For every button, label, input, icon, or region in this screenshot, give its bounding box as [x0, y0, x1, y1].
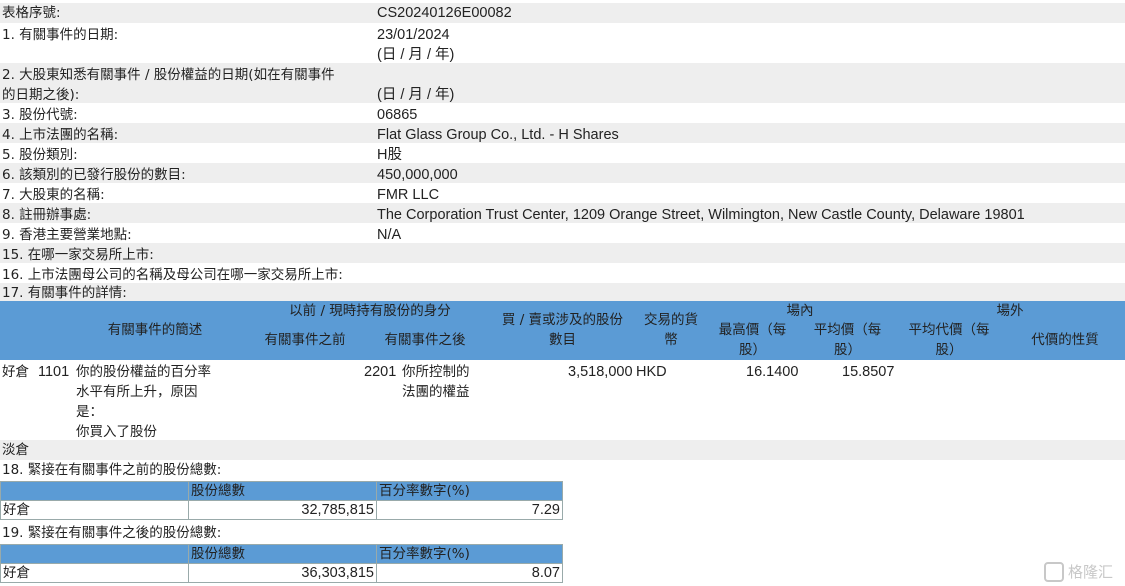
field-label: 6. 該類別的已發行股份的數目: [2, 167, 186, 183]
row-label: 好倉 [0, 563, 189, 583]
row-shares: 3,518,000 [568, 364, 633, 380]
row-high-price: 16.1400 [746, 364, 799, 380]
field-label: 16. 上市法團母公司的名稱及母公司在哪一家交易所上市: [2, 267, 343, 283]
section-19-title: 19. 緊接在有關事件之後的股份總數: [0, 523, 1125, 543]
field-registered-office: 8. 註冊辦事處: The Corporation Trust Center, … [0, 203, 1125, 223]
col-percentage: 百分率數字(%) [376, 481, 563, 501]
col-total-shares: 股份總數 [188, 544, 377, 564]
field-issued-shares: 6. 該類別的已發行股份的數目: 450,000,000 [0, 163, 1125, 183]
field-value: 23/01/2024 (日 / 月 / 年) [377, 27, 455, 63]
blank-cell [0, 544, 189, 564]
field-event-date: 1. 有關事件的日期: 23/01/2024 (日 / 月 / 年) [0, 23, 1125, 63]
gelonghui-logo-icon [1043, 562, 1064, 582]
field-label: 8. 註冊辦事處: [2, 207, 92, 223]
field-issuer-name: 4. 上市法團的名稱: Flat Glass Group Co., Ltd. -… [0, 123, 1125, 143]
blank-cell [0, 481, 189, 501]
field-label: 1. 有關事件的日期: [2, 27, 119, 43]
header-off-avg: 平均代價（每 股） [908, 322, 990, 358]
row-currency: HKD [636, 364, 667, 380]
section-19-table: 股份總數 百分率數字(%) 好倉 36,303,815 8.07 [0, 544, 563, 583]
row-after-code: 2201 [364, 364, 397, 380]
header-capacity: 以前 / 現時持有股份的身分 [289, 303, 451, 319]
field-shareholder-name: 7. 大股東的名稱: FMR LLC [0, 183, 1125, 203]
field-hk-office: 9. 香港主要營業地點: N/A [0, 223, 1125, 243]
row-avg-price: 15.8507 [842, 364, 895, 380]
section-19-label: 19. 緊接在有關事件之後的股份總數: [2, 525, 222, 541]
section-18-label: 18. 緊接在有關事件之前的股份總數: [2, 462, 222, 478]
field-value: (日 / 月 / 年) [377, 87, 455, 103]
header-after: 有關事件之後 [384, 332, 466, 348]
short-position-row: 淡倉 [0, 440, 1125, 460]
field-value: H股 [377, 147, 402, 163]
field-label: 17. 有關事件的詳情: [2, 285, 127, 301]
field-aware-date: 2. 大股東知悉有關事件 / 股份權益的日期(如在有關事件 的日期之後): (日… [0, 63, 1125, 103]
field-share-class: 5. 股份類別: H股 [0, 143, 1125, 163]
header-desc: 有關事件的簡述 [107, 322, 203, 338]
field-stock-code: 3. 股份代號: 06865 [0, 103, 1125, 123]
field-label: 9. 香港主要營業地點: [2, 227, 132, 243]
field-exchange: 15. 在哪一家交易所上市: [0, 243, 1125, 263]
row-position: 好倉 [2, 364, 29, 380]
field-label: 3. 股份代號: [2, 107, 78, 123]
total-shares-value: 32,785,815 [188, 500, 377, 520]
field-value: The Corporation Trust Center, 1209 Orang… [377, 207, 1025, 223]
field-value: 06865 [377, 107, 418, 123]
row-desc: 你的股份權益的百分率 水平有所上升，原因 是： 你買入了股份 [76, 364, 211, 440]
event-table-header: 有關事件的簡述 以前 / 現時持有股份的身分 有關事件之前 有關事件之後 買 /… [0, 301, 1125, 360]
short-position-label: 淡倉 [2, 442, 29, 458]
field-form-no: 表格序號: CS20240126E00082 [0, 3, 1125, 23]
header-high-price: 最高價（每 股） [718, 322, 787, 358]
field-label: 2. 大股東知悉有關事件 / 股份權益的日期(如在有關事件 的日期之後): [2, 67, 335, 103]
header-on-exchange: 場內 [786, 303, 814, 319]
header-off-exchange: 場外 [996, 303, 1024, 319]
row-after-desc: 你所控制的 法團的權益 [402, 364, 470, 400]
field-value: FMR LLC [377, 187, 440, 203]
row-label: 好倉 [0, 500, 189, 520]
event-table-row: 好倉 1101 你的股份權益的百分率 水平有所上升，原因 是： 你買入了股份 2… [0, 360, 1125, 440]
field-event-details: 17. 有關事件的詳情: [0, 283, 1125, 301]
section-18-title: 18. 緊接在有關事件之前的股份總數: [0, 460, 1125, 480]
watermark: 格隆汇 [1043, 561, 1113, 582]
watermark-text: 格隆汇 [1067, 562, 1113, 581]
field-value: Flat Glass Group Co., Ltd. - H Shares [377, 127, 619, 143]
field-value: CS20240126E00082 [377, 5, 512, 21]
percentage-value: 8.07 [376, 563, 563, 583]
header-currency: 交易的貨 幣 [644, 312, 698, 348]
field-value: N/A [377, 227, 402, 243]
row-code: 1101 [38, 364, 70, 380]
field-label: 15. 在哪一家交易所上市: [2, 247, 154, 263]
col-total-shares: 股份總數 [188, 481, 377, 501]
percentage-value: 7.29 [376, 500, 563, 520]
field-label: 7. 大股東的名稱: [2, 187, 105, 203]
section-18-table: 股份總數 百分率數字(%) 好倉 32,785,815 7.29 [0, 481, 563, 520]
col-percentage: 百分率數字(%) [376, 544, 563, 564]
field-label: 4. 上市法團的名稱: [2, 127, 119, 143]
header-avg-price: 平均價（每 股） [813, 322, 882, 358]
header-nature: 代價的性質 [1031, 332, 1099, 348]
field-parent: 16. 上市法團母公司的名稱及母公司在哪一家交易所上市: [0, 263, 1125, 283]
field-label: 表格序號: [2, 5, 61, 21]
field-value: 450,000,000 [377, 167, 458, 183]
header-before: 有關事件之前 [264, 332, 346, 348]
header-shares: 買 / 賣或涉及的股份 數目 [501, 312, 624, 348]
field-label: 5. 股份類別: [2, 147, 78, 163]
total-shares-value: 36,303,815 [188, 563, 377, 583]
